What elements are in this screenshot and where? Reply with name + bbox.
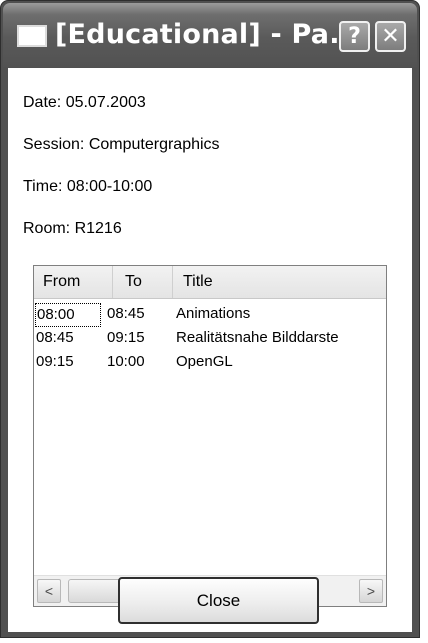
cell-title: OpenGL <box>176 353 233 370</box>
close-button[interactable]: Close <box>118 577 319 624</box>
cell-from: 09:15 <box>36 353 74 370</box>
cell-title: Animations <box>176 305 251 322</box>
table-row[interactable]: 09:15 10:00 OpenGL <box>34 351 386 375</box>
session-label: Session: Computergraphics <box>23 136 220 153</box>
column-header-from[interactable]: From <box>34 266 113 298</box>
cell-from: 08:45 <box>36 329 74 346</box>
cell-title: Realitätsnahe Bilddarste <box>176 329 339 346</box>
title-bar[interactable]: [Educational] - Pa... ? ✕ <box>3 3 417 67</box>
window-icon <box>17 25 47 47</box>
list-header: From To Title <box>34 266 386 299</box>
column-header-to[interactable]: To <box>113 266 173 298</box>
help-button[interactable]: ? <box>339 21 370 52</box>
table-row[interactable]: 08:45 09:15 Realitätsnahe Bilddarste <box>34 327 386 351</box>
time-label: Time: 08:00-10:00 <box>23 178 153 195</box>
dialog-content: Date: 05.07.2003 Session: Computergraphi… <box>8 68 412 632</box>
cell-to: 08:45 <box>107 305 145 322</box>
scroll-right-arrow-icon[interactable]: > <box>359 579 383 603</box>
cell-from: 08:00 <box>35 303 101 327</box>
cell-to: 09:15 <box>107 329 145 346</box>
schedule-list[interactable]: From To Title 08:00 08:45 Animations 08:… <box>33 265 387 607</box>
column-header-title[interactable]: Title <box>173 266 373 298</box>
dialog-window: [Educational] - Pa... ? ✕ Date: 05.07.20… <box>0 0 420 638</box>
table-row[interactable]: 08:00 08:45 Animations <box>34 303 386 327</box>
room-label: Room: R1216 <box>23 220 122 237</box>
window-title: [Educational] - Pa... <box>55 19 361 50</box>
close-window-button[interactable]: ✕ <box>375 21 406 52</box>
cell-to: 10:00 <box>107 353 145 370</box>
scroll-left-arrow-icon[interactable]: < <box>37 579 61 603</box>
date-label: Date: 05.07.2003 <box>23 94 146 111</box>
